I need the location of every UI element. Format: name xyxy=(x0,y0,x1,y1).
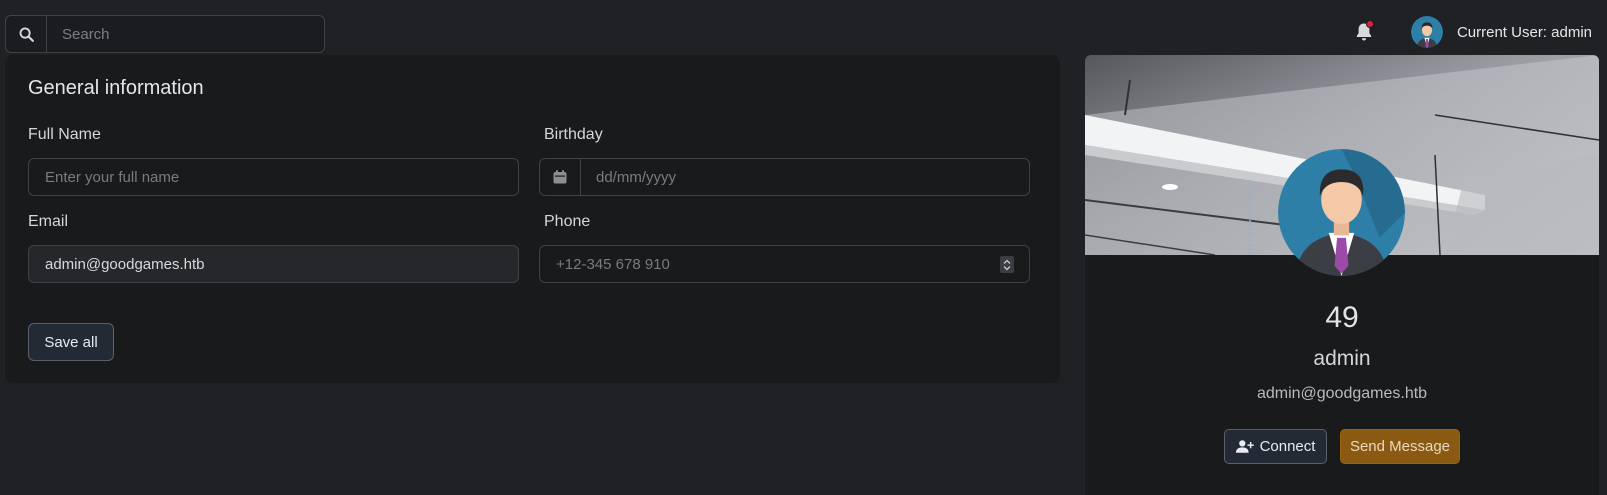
profile-avatar xyxy=(1278,149,1405,276)
current-user-label: Current User: admin xyxy=(1456,23,1592,41)
birthday-field xyxy=(539,158,1030,196)
card-title: General information xyxy=(28,77,204,99)
search-bar xyxy=(5,15,325,53)
profile-card: 49 admin admin@goodgames.htb Connect Sen… xyxy=(1085,55,1599,495)
connect-button[interactable]: Connect xyxy=(1224,429,1327,464)
save-all-button[interactable]: Save all xyxy=(28,323,114,361)
general-information-card: General information Full Name Birthday E… xyxy=(5,55,1060,383)
birthday-label: Birthday xyxy=(544,126,603,143)
number-stepper-icon[interactable] xyxy=(1000,256,1014,273)
notification-badge xyxy=(1365,20,1374,28)
email-label: Email xyxy=(28,213,69,230)
search-input[interactable] xyxy=(47,16,324,52)
search-icon[interactable] xyxy=(6,16,47,52)
profile-email: admin@goodgames.htb xyxy=(1256,385,1428,402)
add-user-icon xyxy=(1235,440,1254,453)
phone-label: Phone xyxy=(544,213,591,230)
user-area: Current User: admin xyxy=(1353,14,1592,50)
phone-field xyxy=(539,245,1030,283)
full-name-field[interactable] xyxy=(28,158,519,196)
send-message-button[interactable]: Send Message xyxy=(1340,429,1460,464)
phone-input[interactable] xyxy=(539,245,1030,283)
calendar-icon[interactable] xyxy=(540,159,581,195)
user-avatar[interactable] xyxy=(1410,16,1443,48)
connect-label: Connect xyxy=(1259,438,1316,455)
full-name-label: Full Name xyxy=(28,126,101,143)
profile-name: admin xyxy=(1313,347,1371,370)
email-input[interactable] xyxy=(28,245,519,283)
profile-number: 49 xyxy=(1325,301,1359,334)
notifications-button[interactable] xyxy=(1353,20,1375,43)
birthday-input[interactable] xyxy=(581,159,1029,195)
